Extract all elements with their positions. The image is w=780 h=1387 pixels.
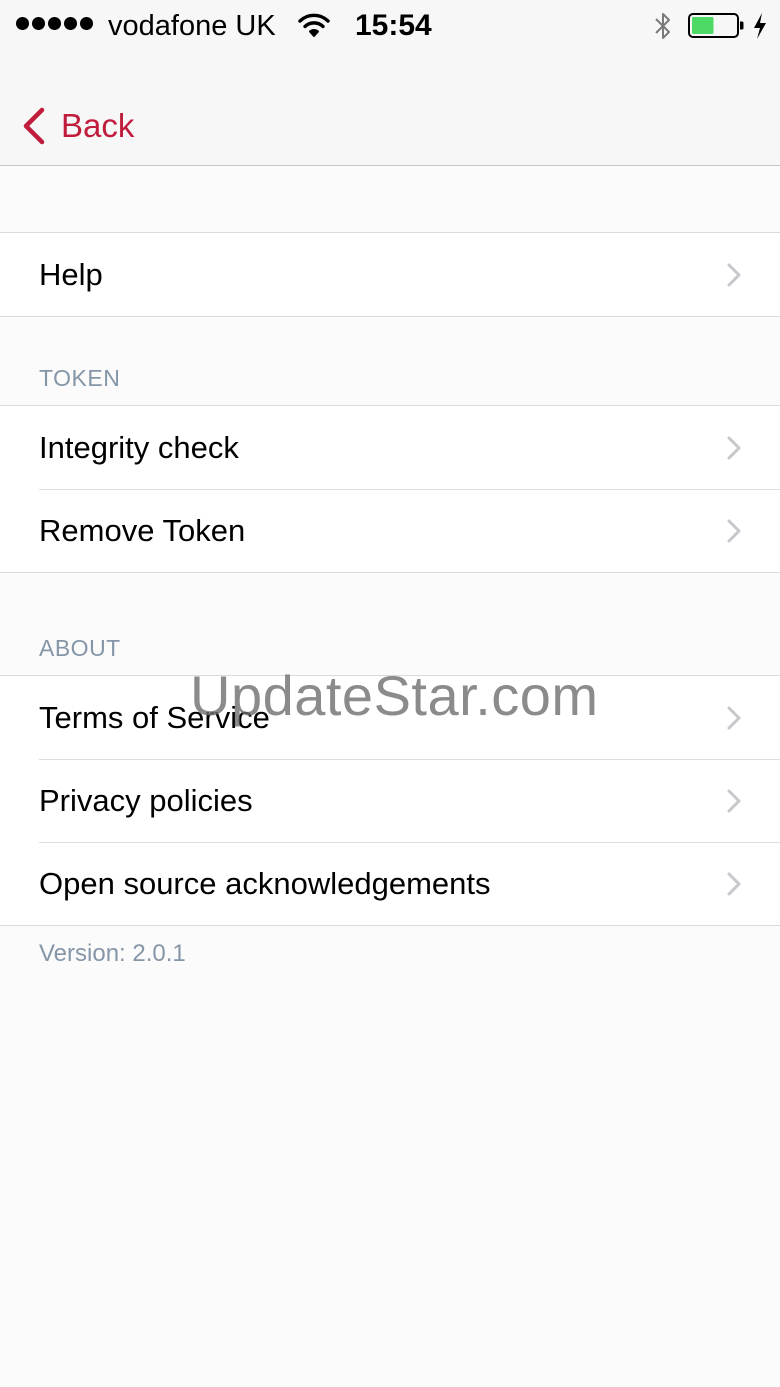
section-header-token: TOKEN [39,365,121,391]
back-button[interactable]: Back [22,106,134,146]
chevron-right-icon [727,436,741,460]
row-open-source-acknowledgements[interactable]: Open source acknowledgements [0,842,780,925]
back-label: Back [61,107,135,144]
row-privacy-policies[interactable]: Privacy policies [0,759,780,842]
navigation-bar: Back [0,52,780,166]
chevron-right-icon [727,789,741,813]
signal-dots-icon [16,17,93,30]
chevron-right-icon [727,263,741,287]
charging-bolt-icon [754,13,766,39]
battery-charging-icon [688,13,744,38]
version-label: Version: 2.0.1 [39,940,186,967]
row-label: Privacy policies [39,782,253,818]
chevron-right-icon [727,519,741,543]
row-integrity-check[interactable]: Integrity check [0,406,780,489]
chevron-right-icon [727,706,741,730]
row-label: Help [39,256,103,292]
section-general: Help [0,232,780,317]
section-header-about: ABOUT [39,635,121,661]
row-label: Terms of Service [39,699,270,735]
bluetooth-icon [655,13,670,39]
row-label: Open source acknowledgements [39,865,491,901]
section-token: Integrity check Remove Token [0,405,780,573]
clock-time: 15:54 [355,9,432,42]
carrier-name: vodafone UK [108,10,276,42]
row-terms-of-service[interactable]: Terms of Service [0,676,780,759]
status-bar: vodafone UK 15:54 [0,0,780,52]
wifi-icon [298,13,330,37]
row-label: Integrity check [39,429,239,465]
chevron-right-icon [727,872,741,896]
chevron-left-icon [23,107,45,145]
section-about: Terms of Service Privacy policies Open s… [0,675,780,926]
row-label: Remove Token [39,512,246,548]
row-help[interactable]: Help [0,233,780,316]
row-remove-token[interactable]: Remove Token [0,489,780,572]
